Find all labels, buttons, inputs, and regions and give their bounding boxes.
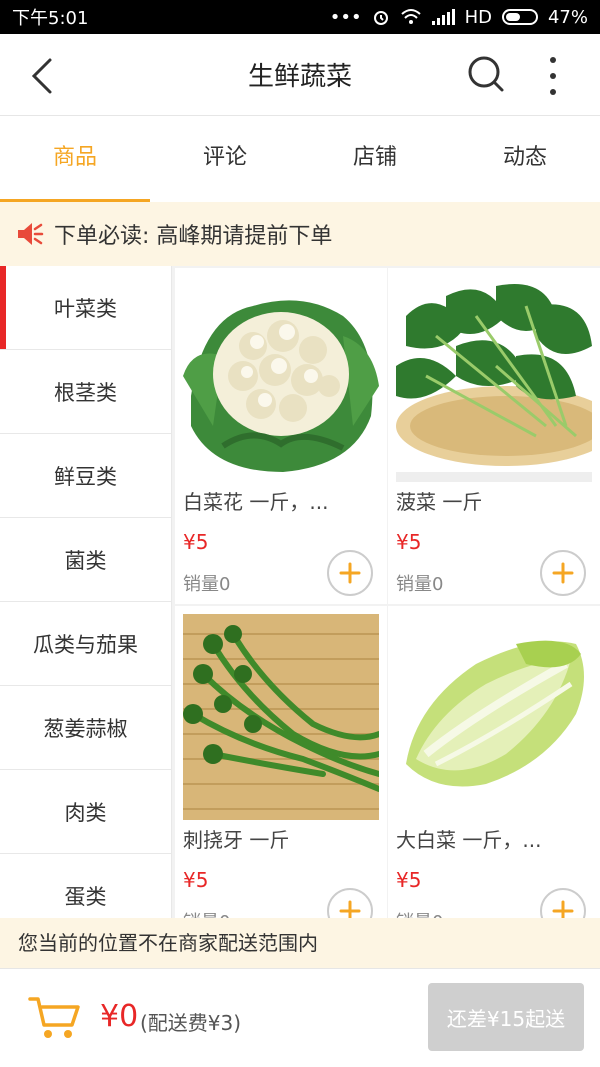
page-title: 生鲜蔬菜 <box>247 62 352 92</box>
product-name: 大白菜 一斤，... <box>396 828 542 852</box>
category-item[interactable]: 瓜类与茄果 <box>0 602 171 686</box>
product-price: ¥5 <box>183 868 209 892</box>
dots-icon: ••• <box>329 6 362 28</box>
cart-icon[interactable] <box>28 995 80 1041</box>
product-card[interactable]: 白菜花 一斤，... ¥5 销量0 <box>175 268 387 604</box>
product-grid: 白菜花 一斤，... ¥5 销量0 菠菜 一斤 ¥5 销量0 刺挠牙 一斤 ¥5… <box>173 266 600 918</box>
product-image-napa-cabbage <box>396 614 592 820</box>
category-item[interactable]: 蛋类 <box>0 854 171 918</box>
checkout-button[interactable]: 还差¥15起送 <box>428 983 584 1051</box>
tab-updates[interactable]: 动态 <box>450 116 600 202</box>
alarm-icon <box>373 11 388 25</box>
speaker-icon <box>18 223 44 245</box>
product-sales: 销量0 <box>183 908 230 918</box>
more-vertical-icon[interactable] <box>538 54 568 98</box>
add-to-cart-button[interactable] <box>540 888 586 918</box>
category-item[interactable]: 根茎类 <box>0 350 171 434</box>
tab-reviews[interactable]: 评论 <box>150 116 300 202</box>
back-arrow-icon[interactable] <box>24 56 64 96</box>
notice-text: 下单必读: 高峰期请提前下单 <box>54 224 333 249</box>
tab-products[interactable]: 商品 <box>0 116 150 202</box>
product-name: 菠菜 一斤 <box>396 490 483 514</box>
category-item[interactable]: 葱姜蒜椒 <box>0 686 171 770</box>
cart-total: ¥0 <box>100 999 139 1034</box>
add-to-cart-button[interactable] <box>327 888 373 918</box>
delivery-fee: (配送费¥3) <box>140 1011 242 1035</box>
battery-icon <box>501 9 538 25</box>
product-price: ¥5 <box>396 868 422 892</box>
status-icons: ••• HD 47% <box>330 7 588 28</box>
product-sales: 销量0 <box>396 574 444 595</box>
category-item[interactable]: 菌类 <box>0 518 171 602</box>
product-image-fern-sprouts <box>183 614 379 820</box>
signal-icon <box>431 9 455 25</box>
category-item[interactable]: 肉类 <box>0 770 171 854</box>
add-to-cart-button[interactable] <box>540 550 586 596</box>
product-card[interactable]: 大白菜 一斤，... ¥5 销量0 <box>388 606 600 918</box>
tab-store[interactable]: 店铺 <box>300 116 450 202</box>
product-image-cauliflower <box>183 276 379 482</box>
product-card[interactable]: 菠菜 一斤 ¥5 销量0 <box>388 268 600 604</box>
product-price: ¥5 <box>396 530 422 554</box>
status-bar: 下午5:01 ••• HD 47% <box>0 0 600 34</box>
cart-bar: ¥0 (配送费¥3) 还差¥15起送 <box>0 968 600 1067</box>
wifi-icon <box>400 9 421 24</box>
product-image-spinach <box>396 276 592 482</box>
product-sales: 销量0 <box>183 574 231 595</box>
category-item[interactable]: 鲜豆类 <box>0 434 171 518</box>
product-sales: 销量0 <box>396 908 443 918</box>
add-to-cart-button[interactable] <box>327 550 373 596</box>
plus-icon <box>552 562 574 584</box>
app-root: 下午5:01 ••• HD 47% 生鲜蔬菜 商品 评论 店铺 动态 下单必读:… <box>0 0 600 1067</box>
plus-icon <box>552 900 574 918</box>
product-name: 刺挠牙 一斤 <box>183 828 290 852</box>
plus-icon <box>339 900 361 918</box>
category-item[interactable]: 叶菜类 <box>0 266 171 350</box>
plus-icon <box>339 562 361 584</box>
delivery-range-notice: 您当前的位置不在商家配送范围内 <box>0 918 600 968</box>
network-type: HD <box>464 6 492 28</box>
battery-level: 47% <box>547 6 588 28</box>
product-name: 白菜花 一斤，... <box>183 490 329 514</box>
search-icon[interactable] <box>466 54 506 94</box>
product-price: ¥5 <box>183 530 209 554</box>
app-header: 生鲜蔬菜 <box>0 34 600 116</box>
status-time: 下午5:01 <box>12 8 89 29</box>
product-card[interactable]: 刺挠牙 一斤 ¥5 销量0 <box>175 606 387 918</box>
tab-bar: 商品 评论 店铺 动态 <box>0 116 600 202</box>
category-sidebar: 叶菜类 根茎类 鲜豆类 菌类 瓜类与茄果 葱姜蒜椒 肉类 蛋类 <box>0 266 172 918</box>
order-notice: 下单必读: 高峰期请提前下单 <box>0 202 600 266</box>
